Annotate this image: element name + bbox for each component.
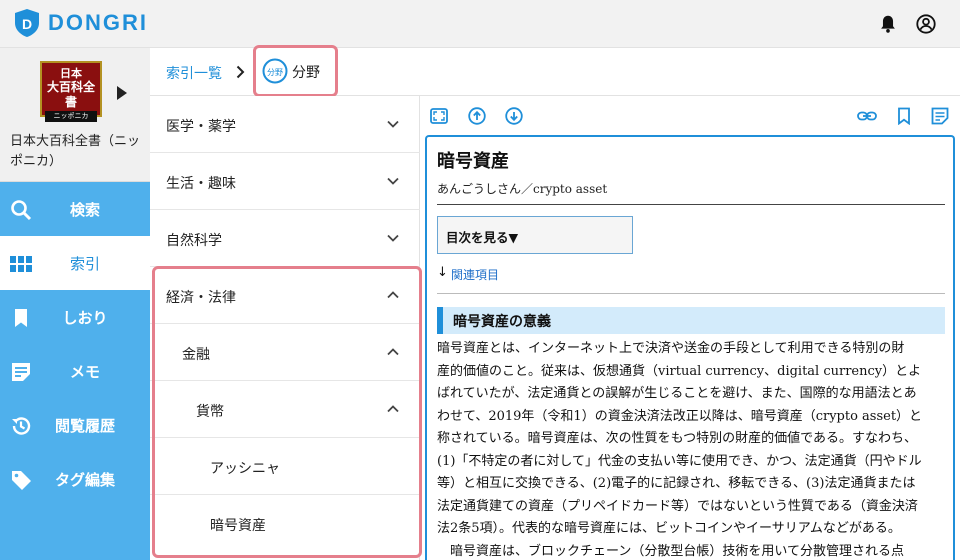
category-label: アッシニャ [210,461,280,477]
book-cover-line2: 大百科全書 [46,80,95,109]
field-badge-icon: 分野 [262,58,288,84]
category-medicine[interactable]: 医学・薬学 [150,96,420,153]
section-heading-text: 暗号資産の意義 [453,314,551,330]
category-label: 金融 [182,347,210,363]
category-tree: 医学・薬学 生活・趣味 自然科学 経済・法律 金融 貨幣 アッシニャ 暗号資産 [150,96,420,560]
book-cover-line3: ニッポニカ [45,111,97,122]
chevron-down-icon[interactable] [386,231,400,245]
category-label: 医学・薬学 [166,119,236,135]
related-items-link[interactable]: 関連項目 [451,266,499,283]
category-label: 貨幣 [196,404,224,420]
title-divider [437,204,945,205]
category-label: 生活・趣味 [166,176,236,192]
down-arrow-icon: ↓ [437,265,448,280]
bookmark-outline-icon[interactable] [895,107,913,125]
sidebar-item-index[interactable]: 索引 [0,236,150,290]
category-finance[interactable]: 金融 [150,324,420,381]
sidebar-item-label: メモ [69,362,100,381]
sidebar-item-bookmarks[interactable]: しおり [0,290,150,344]
field-badge-text: 分野 [267,68,283,77]
breadcrumb: 索引一覧 分野 分野 [150,45,960,97]
chevron-up-icon[interactable] [386,402,400,416]
logo-text: DONGRI [48,10,148,35]
sidebar-item-label: タグ編集 [54,470,115,489]
current-book-card[interactable]: 日本 大百科全書 ニッポニカ 日本大百科全書（ニッポニカ） [0,48,150,182]
article-toolbar [420,96,960,136]
section-heading: 暗号資産の意義 [437,307,945,334]
section-divider [437,293,945,294]
article-paragraph: 暗号資産とは、インターネット上で決済や送金の手段として利用できる特別の財 産的価… [437,338,949,560]
paragraph-line: (1)「不特定の者に対して」代金の支払い等に使用でき、かつ、法定通貨（円やドル [437,453,922,469]
fullscreen-icon[interactable] [430,107,448,125]
logo-badge-letter: D [22,16,32,32]
article-reading: あんごうしさん／crypto asset [437,182,608,196]
play-arrow-icon[interactable] [117,86,127,100]
arrow-up-circle-icon[interactable] [468,107,486,125]
book-cover[interactable]: 日本 大百科全書 ニッポニカ [40,61,102,122]
breadcrumb-current-field: 分野 分野 [253,45,338,97]
article-panel: 暗号資産 あんごうしさん／crypto asset 目次を見る▼ ↓ 関連項目 … [425,135,955,560]
article-title: 暗号資産 [437,151,509,172]
paragraph-line: 産的価値のこと。従来は、仮想通貨（virtual currency、digita… [437,363,922,379]
category-natural-science[interactable]: 自然科学 [150,210,420,267]
sidebar-item-history[interactable]: 閲覧履歴 [0,398,150,452]
category-entry-assignat[interactable]: アッシニャ [150,438,420,495]
paragraph-line: 暗号資産は、ブロックチェーン（分散型台帳）技術を用いて分散管理される点 [437,543,904,559]
chevron-down-icon[interactable] [386,174,400,188]
chevron-right-icon [236,65,245,79]
category-entry-crypto-asset[interactable]: 暗号資産 [150,495,420,552]
sidebar-item-tag-edit[interactable]: タグ編集 [0,452,150,506]
bell-icon[interactable] [877,13,899,35]
paragraph-line: 法定通貨建ての資産（プリペイドカード等）ではないという性質である（資金決済 [437,498,918,514]
app-header: D DONGRI [0,0,960,48]
toc-button-label: 目次を見る▼ [446,230,519,245]
paragraph-line: 暗号資産とは、インターネット上で決済や送金の手段として利用できる特別の財 [437,341,905,356]
left-sidebar: 日本 大百科全書 ニッポニカ 日本大百科全書（ニッポニカ） 検索 索引 しおり [0,48,150,560]
paragraph-line: わせて、2019年（令和1）の資金決済法改正以降は、暗号資産（crypto as… [437,408,923,424]
category-economics-law[interactable]: 経済・法律 [150,267,420,324]
memo-outline-icon[interactable] [931,107,949,125]
link-icon[interactable] [857,107,877,125]
category-living-hobby[interactable]: 生活・趣味 [150,153,420,210]
paragraph-line: 等）と相互に交換できる、(2)電子的に記録され、移転できる、(3)法定通貨または [437,476,916,491]
sidebar-item-label: しおり [62,308,108,327]
book-cover-line1: 日本 [60,67,82,80]
arrow-down-circle-icon[interactable] [505,107,523,125]
toc-button[interactable]: 目次を見る▼ [437,216,633,254]
category-label: 暗号資産 [210,518,266,534]
breadcrumb-index-list-link[interactable]: 索引一覧 [166,63,222,83]
breadcrumb-current-label: 分野 [292,65,320,81]
sidebar-item-search[interactable]: 検索 [0,182,150,236]
sidebar-item-label: 閲覧履歴 [54,416,115,435]
chevron-up-icon[interactable] [386,288,400,302]
category-label: 自然科学 [166,233,222,249]
category-label: 経済・法律 [166,290,236,306]
paragraph-line: 法2条5項）。代表的な暗号資産には、ビットコインやイーサリアムなどがある。 [437,521,901,536]
chevron-up-icon[interactable] [386,345,400,359]
paragraph-line: 称されている。暗号資産は、次の性質をもつ特別の財産的価値である。すなわち、 [437,431,917,446]
book-title: 日本大百科全書（ニッポニカ） [10,134,141,169]
dongri-logo[interactable]: D DONGRI [14,8,148,38]
sidebar-item-label: 検索 [69,200,100,219]
chevron-down-icon[interactable] [386,117,400,131]
paragraph-line: ばれていたが、法定通貨との誤解が生じることを避け、また、国際的な用語法とあ [437,386,917,401]
logo-badge-icon: D [15,9,39,37]
sidebar-item-label: 索引 [69,254,100,273]
account-icon[interactable] [915,13,937,35]
sidebar-item-memo[interactable]: メモ [0,344,150,398]
category-currency[interactable]: 貨幣 [150,381,420,438]
